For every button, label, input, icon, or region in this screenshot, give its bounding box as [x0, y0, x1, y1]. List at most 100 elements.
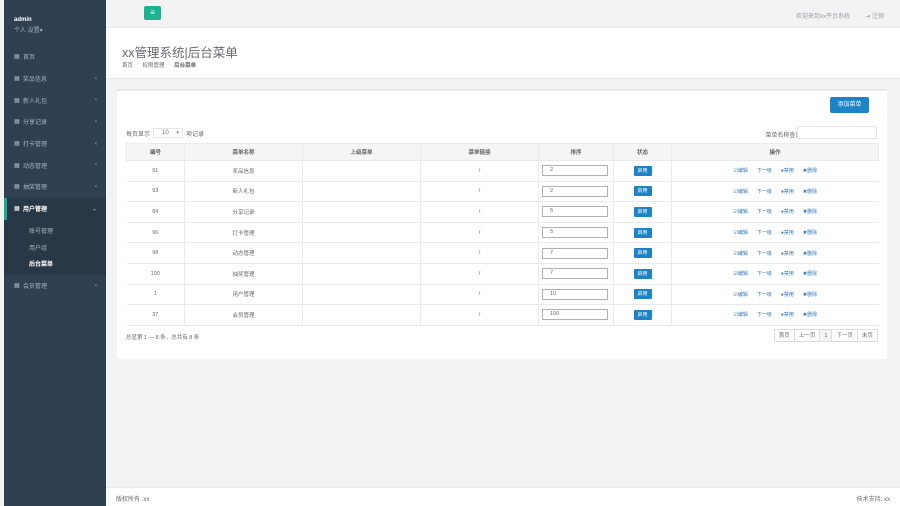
disable-link[interactable]: ●禁用: [781, 291, 794, 298]
add-menu-button[interactable]: 添加菜单: [830, 97, 869, 113]
cell-id: 37: [126, 304, 185, 326]
sidebar-item-label: 会员管理: [23, 284, 48, 291]
sort-input[interactable]: 10: [542, 288, 608, 300]
edit-link[interactable]: ☑编辑: [733, 188, 747, 195]
cell-state: 启用: [613, 283, 672, 306]
child-link[interactable]: 下一级: [757, 270, 772, 277]
profile-menu-toggle[interactable]: 个人 设置▾: [14, 25, 106, 34]
row-actions: ☑编辑 下一级 ●禁用 ✖删除: [672, 188, 879, 195]
sidebar-subitem[interactable]: 用户组: [4, 239, 106, 256]
sidebar-item[interactable]: ▦ 会员管理 ‹: [4, 275, 106, 297]
disable-link[interactable]: ●禁用: [781, 311, 794, 318]
edit-link[interactable]: ☑编辑: [733, 311, 747, 318]
cell-sort: 5: [538, 201, 614, 223]
sort-input[interactable]: 100: [542, 309, 608, 321]
cell-ops: ☑编辑 下一级 ●禁用 ✖删除: [671, 262, 879, 285]
sidebar-subitem[interactable]: 后台菜单: [4, 256, 106, 273]
edit-link[interactable]: ☑编辑: [733, 270, 747, 277]
hamburger-icon: ≡: [150, 8, 155, 17]
cell-id: 98: [126, 242, 185, 264]
pager-button[interactable]: 下一页: [831, 329, 858, 342]
delete-link[interactable]: ✖删除: [803, 229, 817, 236]
sort-input[interactable]: 2: [542, 185, 608, 197]
cell-parent: [302, 180, 421, 203]
edit-link[interactable]: ☑编辑: [733, 250, 747, 257]
menu-toggle-button[interactable]: ≡: [144, 6, 161, 20]
state-button[interactable]: 启用: [633, 227, 652, 238]
sidebar-subitem[interactable]: 账号管理: [4, 223, 106, 240]
child-link[interactable]: 下一级: [757, 167, 772, 174]
sort-input[interactable]: 2: [542, 165, 608, 177]
chevron-left-icon: ‹: [95, 282, 97, 289]
edit-link[interactable]: ☑编辑: [733, 229, 747, 236]
state-button[interactable]: 启用: [633, 309, 652, 320]
pager-button[interactable]: 上一页: [793, 329, 821, 342]
cell-sort: 2: [538, 180, 614, 203]
pager-button[interactable]: 首页: [773, 329, 795, 342]
edit-link[interactable]: ☑编辑: [733, 208, 747, 215]
sidebar-item[interactable]: ▦ 抽奖管理 ‹: [4, 176, 106, 198]
edit-link[interactable]: ☑编辑: [733, 291, 747, 298]
table-row: 98 动态管理 /7 启用 ☑编辑 下一级 ●禁用 ✖删除: [126, 242, 879, 264]
delete-link[interactable]: ✖删除: [803, 291, 817, 298]
edit-link[interactable]: ☑编辑: [733, 167, 747, 174]
breadcrumb-home[interactable]: 首页: [122, 61, 133, 69]
delete-link[interactable]: ✖删除: [803, 311, 817, 318]
state-button[interactable]: 启用: [633, 248, 652, 259]
disable-link[interactable]: ●禁用: [781, 208, 794, 215]
chevron-down-icon: ⌄: [91, 206, 97, 213]
cell-state: 启用: [613, 242, 672, 264]
sort-input[interactable]: 5: [542, 227, 608, 239]
sort-input[interactable]: 7: [542, 247, 608, 259]
page-heading: xx管理系统|后台菜单 首页 / 权限管理 / 后台菜单: [106, 28, 900, 79]
sidebar-item[interactable]: ▦ 用户管理 ⌄: [4, 197, 106, 220]
state-button[interactable]: 启用: [633, 206, 652, 217]
delete-link[interactable]: ✖删除: [803, 270, 817, 277]
column-header: 上级菜单: [302, 143, 421, 161]
sort-input[interactable]: 7: [542, 268, 608, 280]
cell-id: 100: [126, 262, 185, 285]
child-link[interactable]: 下一级: [757, 229, 772, 236]
sort-input[interactable]: 5: [542, 206, 608, 218]
search-input[interactable]: [797, 126, 877, 139]
state-button[interactable]: 启用: [633, 165, 652, 176]
sidebar-item[interactable]: ▦ 奖品信息 ‹: [4, 68, 106, 90]
profile-username: admin: [14, 17, 32, 23]
logout-link[interactable]: ⇥ 注销: [865, 11, 884, 20]
cell-id: 93: [126, 180, 185, 203]
child-link[interactable]: 下一级: [757, 291, 772, 298]
child-link[interactable]: 下一级: [757, 188, 772, 195]
state-button[interactable]: 启用: [633, 186, 652, 197]
state-button[interactable]: 启用: [633, 289, 652, 300]
page-size-select[interactable]: 10 ▾: [153, 128, 184, 138]
page-size-value: 10: [162, 130, 169, 136]
delete-link[interactable]: ✖删除: [803, 167, 817, 174]
sidebar-item[interactable]: ▦ 分享记录 ‹: [4, 111, 106, 133]
disable-link[interactable]: ●禁用: [781, 250, 794, 257]
delete-link[interactable]: ✖删除: [803, 208, 817, 215]
pager-button[interactable]: 末页: [856, 329, 878, 342]
state-button[interactable]: 启用: [633, 268, 652, 279]
disable-link[interactable]: ●禁用: [781, 229, 794, 236]
sidebar-item[interactable]: ▦ 动态管理 ‹: [4, 154, 106, 176]
sidebar-item[interactable]: ▦ 首页: [4, 46, 106, 68]
cell-name: 新人礼包: [184, 180, 303, 203]
delete-link[interactable]: ✖删除: [803, 250, 817, 257]
child-link[interactable]: 下一级: [757, 311, 772, 318]
cell-link: /: [420, 221, 539, 244]
cell-name: 打卡管理: [184, 221, 303, 244]
row-actions: ☑编辑 下一级 ●禁用 ✖删除: [672, 229, 879, 236]
child-link[interactable]: 下一级: [757, 250, 772, 257]
disable-link[interactable]: ●禁用: [781, 167, 794, 174]
chevron-left-icon: ‹: [95, 183, 97, 190]
cell-sort: 10: [538, 283, 614, 306]
disable-link[interactable]: ●禁用: [781, 188, 794, 195]
table-row: 100 抽奖管理 /7 启用 ☑编辑 下一级 ●禁用 ✖删除: [126, 262, 879, 285]
breadcrumb-permission[interactable]: 权限管理: [143, 61, 165, 69]
child-link[interactable]: 下一级: [757, 208, 772, 215]
disable-link[interactable]: ●禁用: [781, 270, 794, 277]
sidebar-item[interactable]: ▦ 新人礼包 ‹: [4, 89, 106, 111]
column-header: 排序: [538, 143, 614, 161]
sidebar-item[interactable]: ▦ 打卡管理 ‹: [4, 133, 106, 155]
delete-link[interactable]: ✖删除: [803, 188, 817, 195]
